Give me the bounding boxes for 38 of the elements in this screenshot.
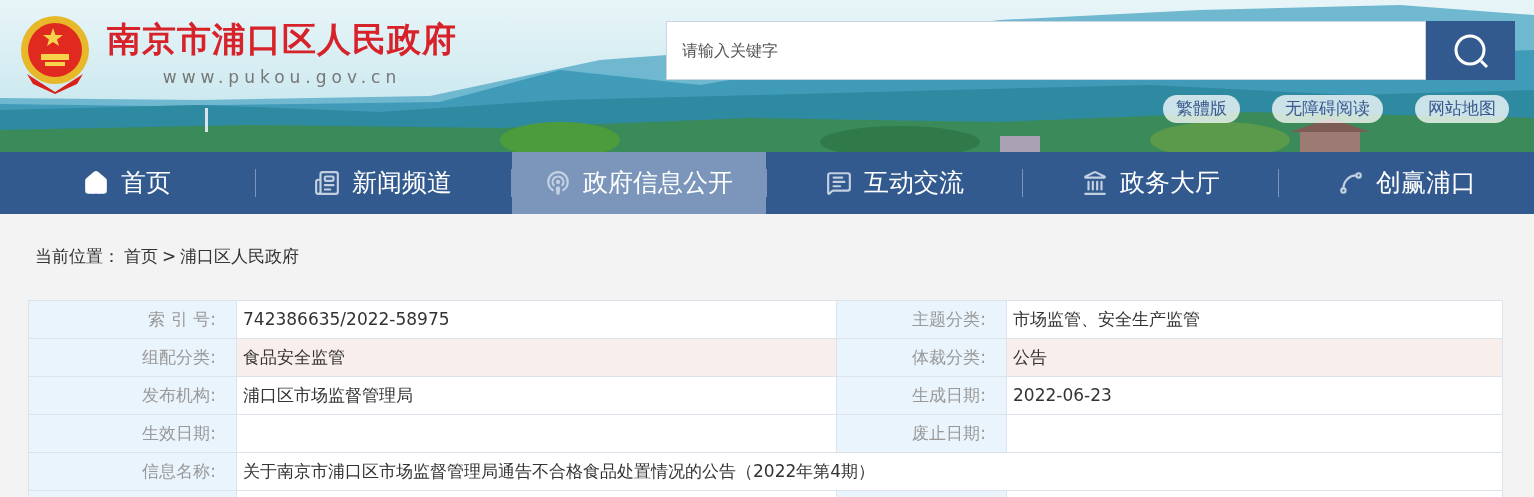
field-label: 体裁分类: <box>837 339 1007 377</box>
newspaper-icon <box>314 170 341 196</box>
field-value: 市场监管、安全生产监管 <box>1007 301 1503 339</box>
breadcrumb-link[interactable]: 首页 <box>124 244 158 270</box>
header-link[interactable]: 无障碍阅读 <box>1272 95 1383 123</box>
nav-tab[interactable]: 首页 <box>0 152 255 214</box>
field-label: 发布机构: <box>29 377 237 415</box>
field-value: 浦口区市场监督管理局 <box>237 377 837 415</box>
field-label: 主题分类: <box>837 301 1007 339</box>
field-label: 生成日期: <box>837 377 1007 415</box>
field-value: 742386635/2022-58975 <box>237 301 837 339</box>
field-label: 生效日期: <box>29 415 237 453</box>
nav-tab[interactable]: 创赢浦口 <box>1279 152 1534 214</box>
site-title: 南京市浦口区人民政府 <box>107 18 457 61</box>
nav-tab[interactable]: 新闻频道 <box>255 152 511 214</box>
building-icon <box>1081 170 1108 196</box>
signal-icon <box>545 170 572 196</box>
chat-icon <box>825 170 852 196</box>
nav-tab[interactable]: 互动交流 <box>767 152 1023 214</box>
breadcrumb-link[interactable]: 浦口区人民政府 <box>180 244 300 270</box>
field-label: 信息名称: <box>29 453 237 491</box>
nav-tab[interactable]: 政务大厅 <box>1023 152 1279 214</box>
search-button[interactable] <box>1426 21 1515 80</box>
header-link[interactable]: 繁體版 <box>1163 95 1240 123</box>
home-icon <box>83 170 110 196</box>
field-value: 公告 <box>1007 339 1503 377</box>
field-value: 食品安全监管 <box>237 339 837 377</box>
field-label: 索 引 号: <box>29 301 237 339</box>
field-value: 关于南京市浦口区市场监督管理局通告不合格食品处置情况的公告（2022年第4期） <box>237 453 1503 491</box>
search-field[interactable]: 请输入关键字 <box>666 21 1426 80</box>
field-label: 组配分类: <box>29 339 237 377</box>
breadcrumb-separator: > <box>162 245 177 269</box>
line-chart-icon <box>1337 170 1364 196</box>
field-label: 废止日期: <box>837 415 1007 453</box>
header-link[interactable]: 网站地图 <box>1415 95 1509 123</box>
site-url: www.pukou.gov.cn <box>162 65 402 89</box>
breadcrumb-label: 当前位置： <box>35 245 120 269</box>
field-value: 2022-06-23 <box>1007 377 1503 415</box>
